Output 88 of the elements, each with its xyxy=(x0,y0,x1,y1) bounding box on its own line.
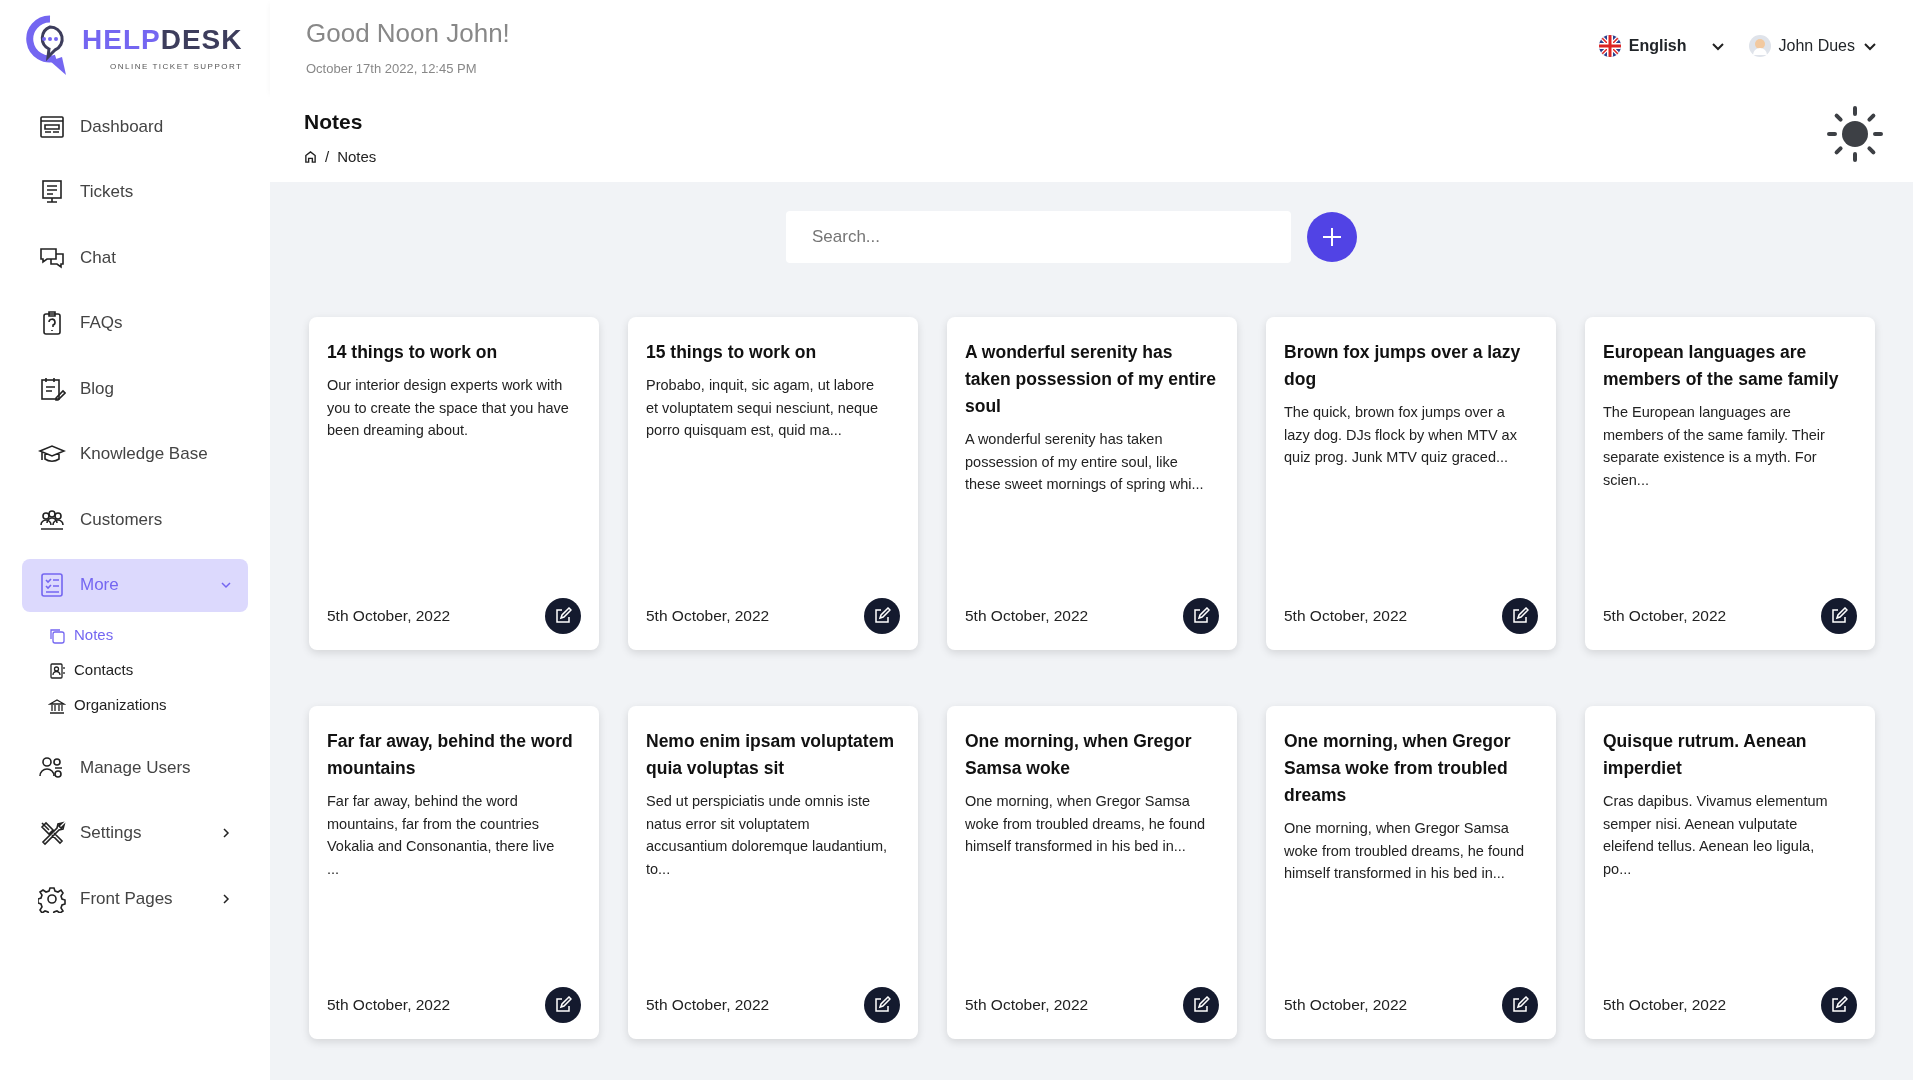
submenu-item[interactable]: Contacts xyxy=(22,653,248,688)
note-text: The European languages are members of the same family. Their separate existence is a myth. For scien... xyxy=(1603,403,1826,490)
edit-icon xyxy=(1511,607,1529,625)
edit-button[interactable] xyxy=(1502,987,1538,1023)
sidebar-item[interactable]: Front Pages xyxy=(22,872,248,925)
edit-button[interactable] xyxy=(864,987,900,1023)
edit-button[interactable] xyxy=(545,987,581,1023)
note-date: 5th October, 2022 xyxy=(1603,606,1727,627)
note-date: 5th October, 2022 xyxy=(646,606,770,627)
note-title: Far far away, behind the word mountains xyxy=(327,730,574,780)
sidebar-item[interactable]: Chat xyxy=(22,231,248,284)
sidebar-item[interactable]: Manage Users xyxy=(22,741,248,794)
note-title: Quisque rutrum. Aenean imperdiet xyxy=(1603,730,1808,780)
greeting: Good Noon John! xyxy=(306,16,510,50)
edit-icon xyxy=(1192,996,1210,1014)
edit-icon xyxy=(1192,607,1210,625)
edit-icon xyxy=(873,607,891,625)
note-date: 5th October, 2022 xyxy=(965,995,1089,1016)
note-text: The quick, brown fox jumps over a lazy dog. DJs flock by when MTV ax quiz prog. Junk MTV quiz graced... xyxy=(1284,403,1518,467)
sidebar-item[interactable]: Dashboard xyxy=(22,100,248,153)
breadcrumb-separator: / xyxy=(325,146,330,167)
edit-icon xyxy=(1830,996,1848,1014)
submenu-item[interactable]: Organizations xyxy=(22,688,248,723)
gear-icon xyxy=(38,884,66,913)
edit-button[interactable] xyxy=(1821,598,1857,634)
note-text: One morning, when Gregor Samsa woke from troubled dreams, he found himself transformed in his bed in... xyxy=(1284,819,1526,883)
edit-button[interactable] xyxy=(1183,598,1219,634)
note-title: Brown fox jumps over a lazy dog xyxy=(1284,341,1522,391)
note-text: Sed ut perspiciatis unde omnis iste natus error sit voluptatem accusantium doloremque laudantium, to... xyxy=(646,792,888,879)
sidebar-item[interactable]: Tickets xyxy=(22,165,248,219)
note-date: 5th October, 2022 xyxy=(327,606,451,627)
page-title: Notes xyxy=(304,109,364,135)
note-title: One morning, when Gregor Samsa woke xyxy=(965,730,1193,780)
tools-icon xyxy=(38,819,66,847)
flag-icon xyxy=(1598,35,1621,57)
note-date: 5th October, 2022 xyxy=(1284,606,1408,627)
edit-button[interactable] xyxy=(1821,987,1857,1023)
home-icon[interactable] xyxy=(304,150,317,164)
sidebar-item[interactable]: Settings xyxy=(22,806,248,860)
sidebar-item[interactable]: Customers xyxy=(22,493,248,546)
note-title: European languages are members of the same family xyxy=(1603,341,1840,391)
chevron-down-icon xyxy=(220,579,232,591)
breadcrumb-item: Notes xyxy=(337,146,377,167)
notes-icon xyxy=(48,626,66,645)
note-date: 5th October, 2022 xyxy=(1284,995,1408,1016)
edit-icon xyxy=(554,607,572,625)
chevron-right-icon xyxy=(220,827,232,839)
chevron-right-icon xyxy=(220,892,232,905)
note-text: One morning, when Gregor Samsa woke from troubled dreams, he found himself transformed in his bed in... xyxy=(965,792,1207,856)
sidebar-item[interactable]: Knowledge Base xyxy=(22,427,248,481)
note-date: 5th October, 2022 xyxy=(646,995,770,1016)
note-text: Far far away, behind the word mountains, far from the countries Vokalia and Consonantia, there live ... xyxy=(327,792,556,879)
date-time: October 17th 2022, 12:45 PM xyxy=(306,59,478,78)
edit-button[interactable] xyxy=(1183,987,1219,1023)
note-text: A wonderful serenity has taken possession of my entire soul, like these sweet mornings of spring whi... xyxy=(965,430,1205,494)
note-date: 5th October, 2022 xyxy=(965,606,1089,627)
edit-button[interactable] xyxy=(864,598,900,634)
search-field[interactable]: Search... xyxy=(786,211,1291,263)
edit-button[interactable] xyxy=(545,598,581,634)
note-title: 14 things to work on xyxy=(327,341,499,364)
contact-card-icon xyxy=(48,661,66,680)
edit-icon xyxy=(1511,996,1529,1014)
logo-text: HELP xyxy=(82,24,161,55)
logo-tagline: ONLINE TICKET SUPPORT xyxy=(109,61,243,73)
language-selector[interactable]: English xyxy=(1598,34,1725,58)
logo-text: DESK xyxy=(160,24,243,55)
note-text: Cras dapibus. Vivamus elementum semper nisi. Aenean vulputate eleifend tellus. Aenean leo ligula, po... xyxy=(1603,792,1829,879)
note-date: 5th October, 2022 xyxy=(1603,995,1727,1016)
note-text: Probabo, inquit, sic agam, ut labore et voluptatem sequi nesciunt, neque porro quisquam est, quid ma... xyxy=(646,376,880,440)
edit-icon xyxy=(873,996,891,1014)
note-title: One morning, when Gregor Samsa woke from troubled dreams xyxy=(1284,730,1512,807)
sidebar-item[interactable]: Blog xyxy=(22,362,248,415)
edit-button[interactable] xyxy=(1502,598,1538,634)
user-menu[interactable]: John Dues xyxy=(1748,34,1877,58)
note-title: 15 things to work on xyxy=(646,341,818,364)
checklist-icon xyxy=(38,571,66,599)
avatar-icon xyxy=(1748,35,1771,57)
note-text: Our interior design experts work with you to create the space that you have been dreaming about. xyxy=(327,376,570,440)
edit-icon xyxy=(1830,607,1848,625)
edit-icon xyxy=(554,996,572,1014)
sun-icon[interactable] xyxy=(1827,106,1883,162)
sidebar-item[interactable]: FAQs xyxy=(22,296,248,350)
plus-icon xyxy=(1321,226,1343,248)
note-title: Nemo enim ipsam voluptatem quia voluptas sit xyxy=(646,730,895,780)
note-date: 5th October, 2022 xyxy=(327,995,451,1016)
add-button[interactable] xyxy=(1307,212,1357,262)
note-title: A wonderful serenity has taken possession of my entire soul xyxy=(965,341,1217,418)
submenu-item[interactable]: Notes xyxy=(22,618,248,653)
